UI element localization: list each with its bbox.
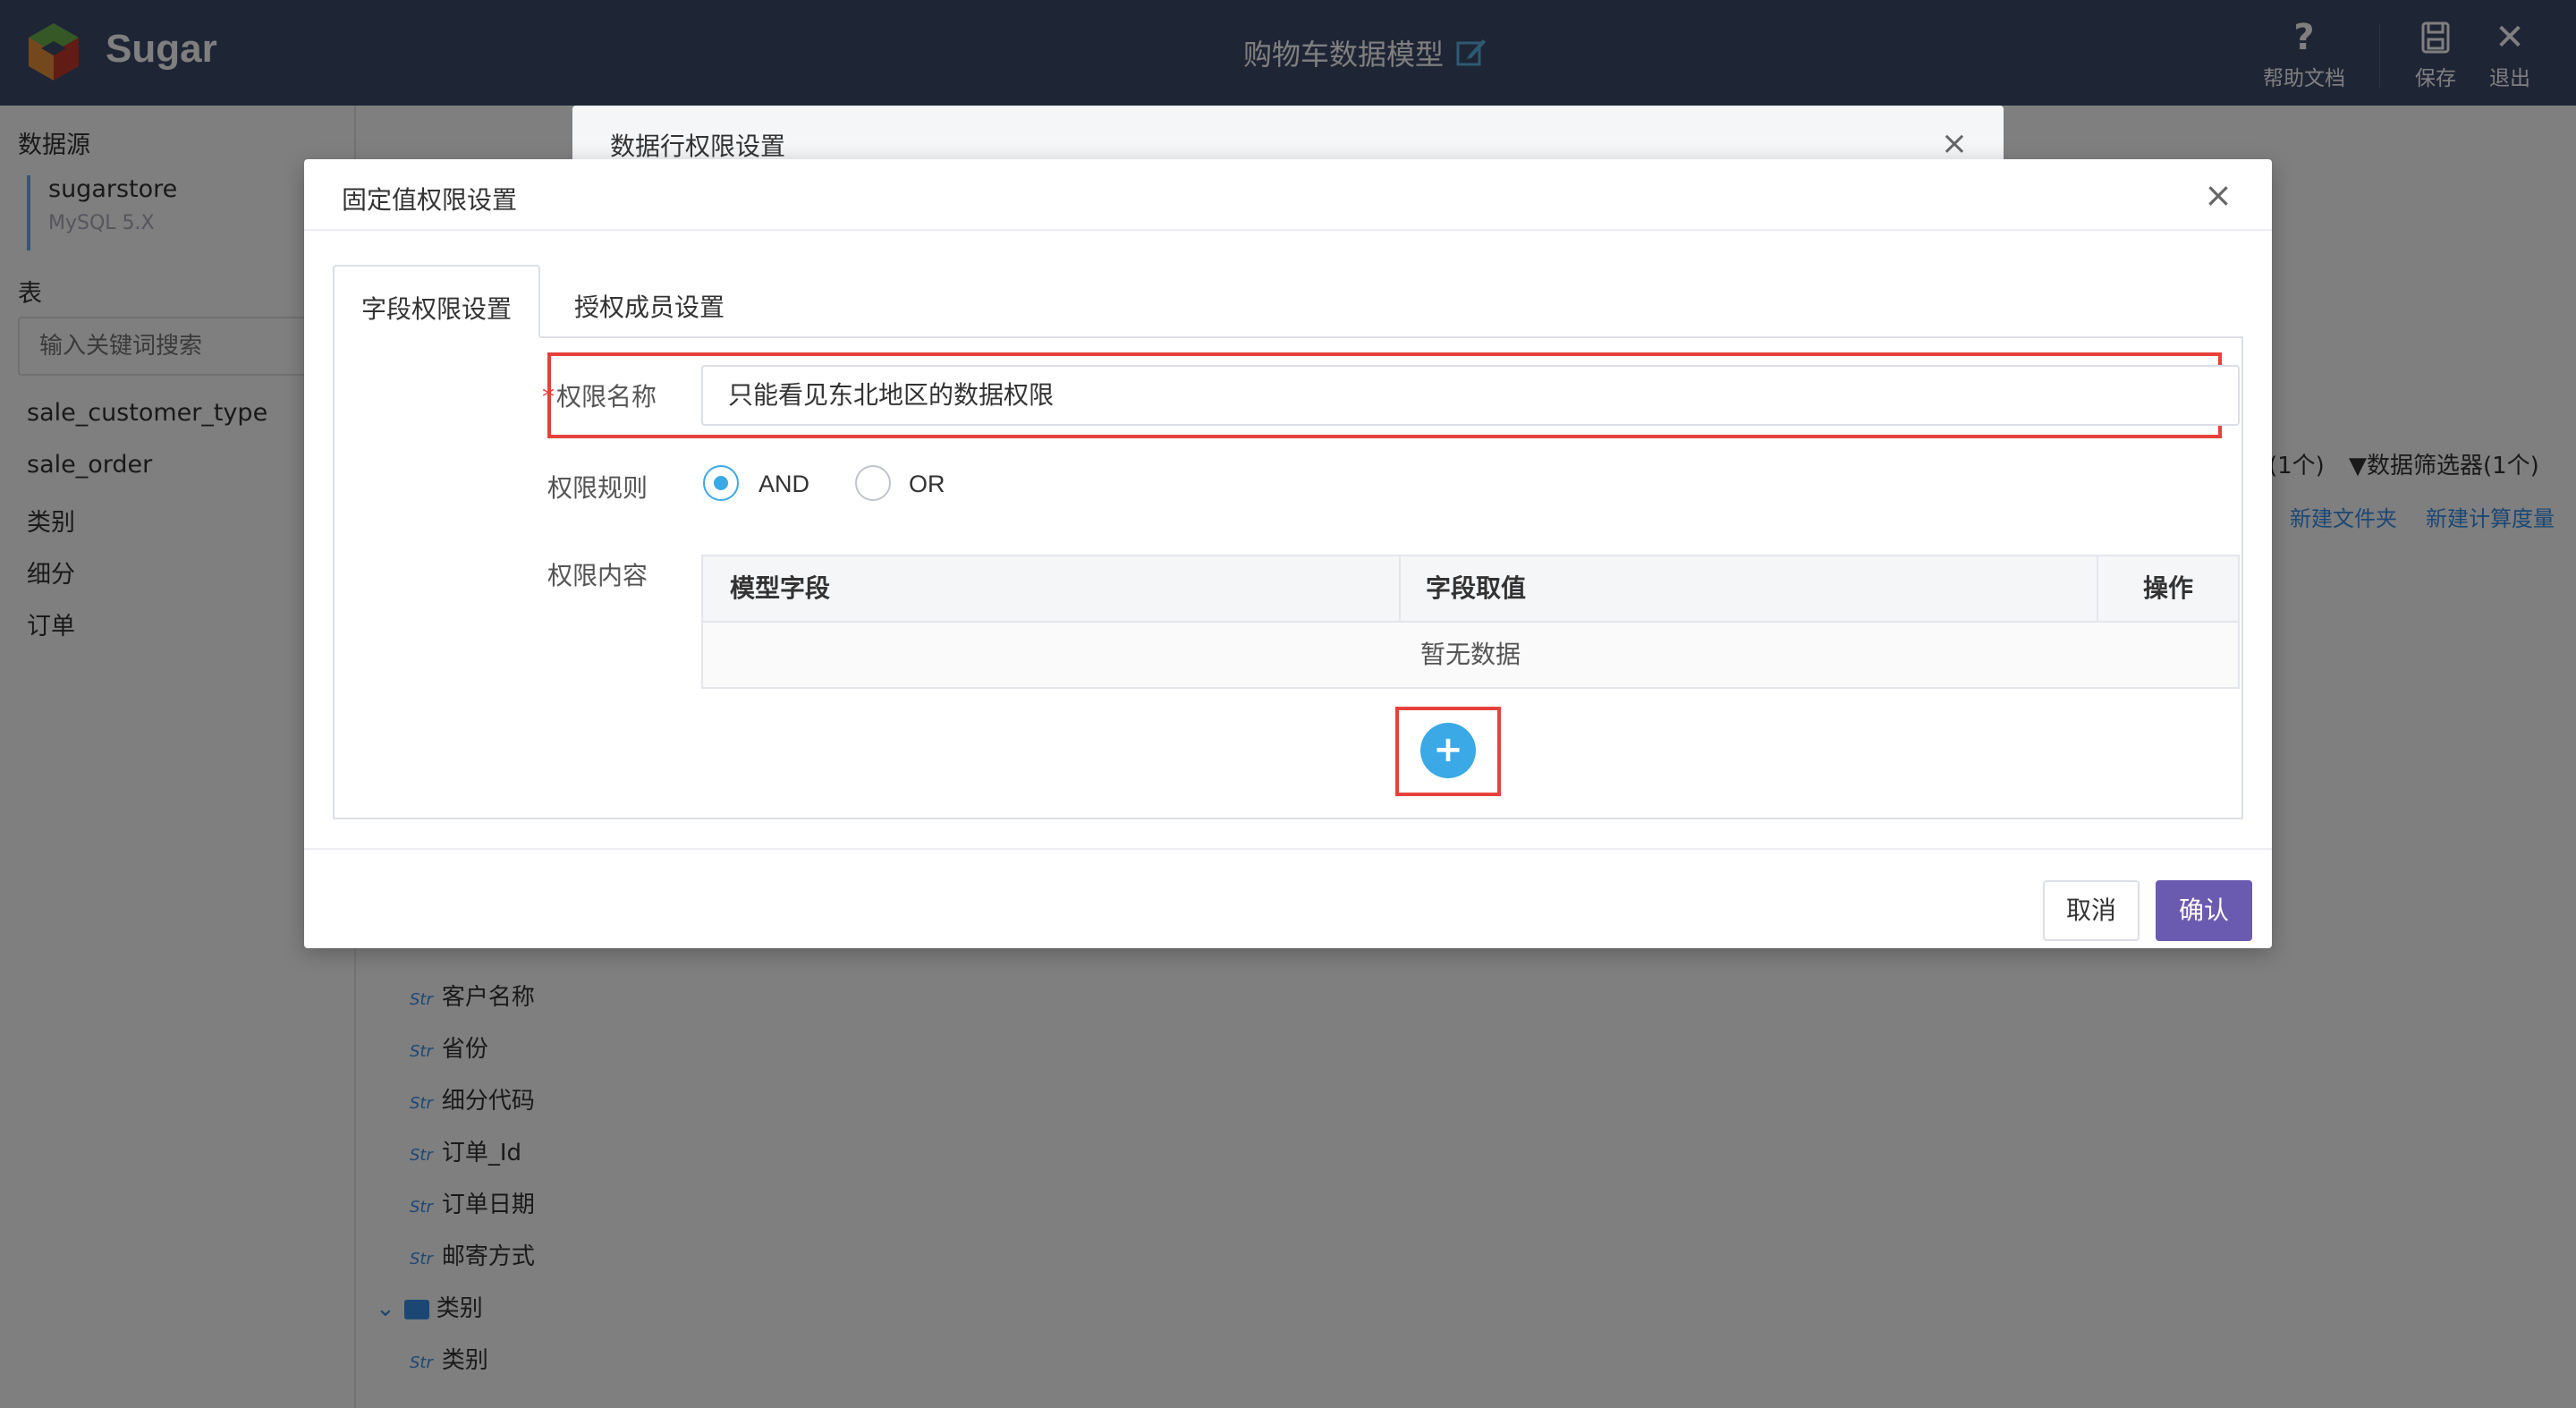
permission-name-input[interactable]: 只能看见东北地区的数据权限: [701, 365, 2240, 426]
field-permission-panel: *权限名称 只能看见东北地区的数据权限 权限规则 AND OR 权限内容 模型字…: [333, 336, 2243, 819]
permission-content-label: 权限内容: [547, 561, 648, 590]
column-model-field: 模型字段: [730, 573, 831, 603]
close-icon: ×: [2204, 175, 2233, 215]
modal-title: 固定值权限设置: [342, 185, 518, 215]
empty-state: 暂无数据: [703, 623, 2238, 687]
close-icon[interactable]: ×: [1941, 125, 1968, 162]
confirm-button[interactable]: 确认: [2156, 880, 2252, 941]
add-condition-button[interactable]: +: [1420, 723, 1476, 778]
tab-bar: 字段权限设置 授权成员设置: [333, 265, 2243, 338]
permission-name-label-text: 权限名称: [556, 382, 657, 411]
required-mark: *: [542, 382, 555, 411]
plus-icon: +: [1433, 729, 1463, 770]
tab-member-settings[interactable]: 授权成员设置: [547, 265, 751, 338]
cancel-button[interactable]: 取消: [2043, 880, 2140, 941]
table-header: 模型字段 字段取值 操作: [703, 556, 2238, 623]
permission-name-label: *权限名称: [542, 377, 657, 413]
fixed-value-permission-modal: 固定值权限设置 × 字段权限设置 授权成员设置 *权限名称 只能看见东北地区的数…: [304, 159, 2272, 948]
column-actions: 操作: [2143, 573, 2194, 603]
permission-rule-label: 权限规则: [547, 473, 648, 503]
rule-or-radio[interactable]: [855, 465, 891, 501]
column-divider: [2097, 556, 2098, 621]
column-field-value: 字段取值: [1426, 573, 1527, 603]
permission-content-table: 模型字段 字段取值 操作 暂无数据: [701, 555, 2240, 689]
tab-field-permission[interactable]: 字段权限设置: [333, 265, 540, 338]
rule-and-label[interactable]: AND: [758, 471, 809, 498]
rule-or-label[interactable]: OR: [909, 471, 945, 498]
modal-close-button[interactable]: ×: [2200, 177, 2236, 213]
modal-header: 固定值权限设置 ×: [304, 159, 2272, 231]
modal-footer: 取消 确认: [304, 848, 2272, 948]
row-permission-modal-title: 数据行权限设置: [610, 131, 786, 161]
rule-and-radio[interactable]: [703, 465, 739, 501]
